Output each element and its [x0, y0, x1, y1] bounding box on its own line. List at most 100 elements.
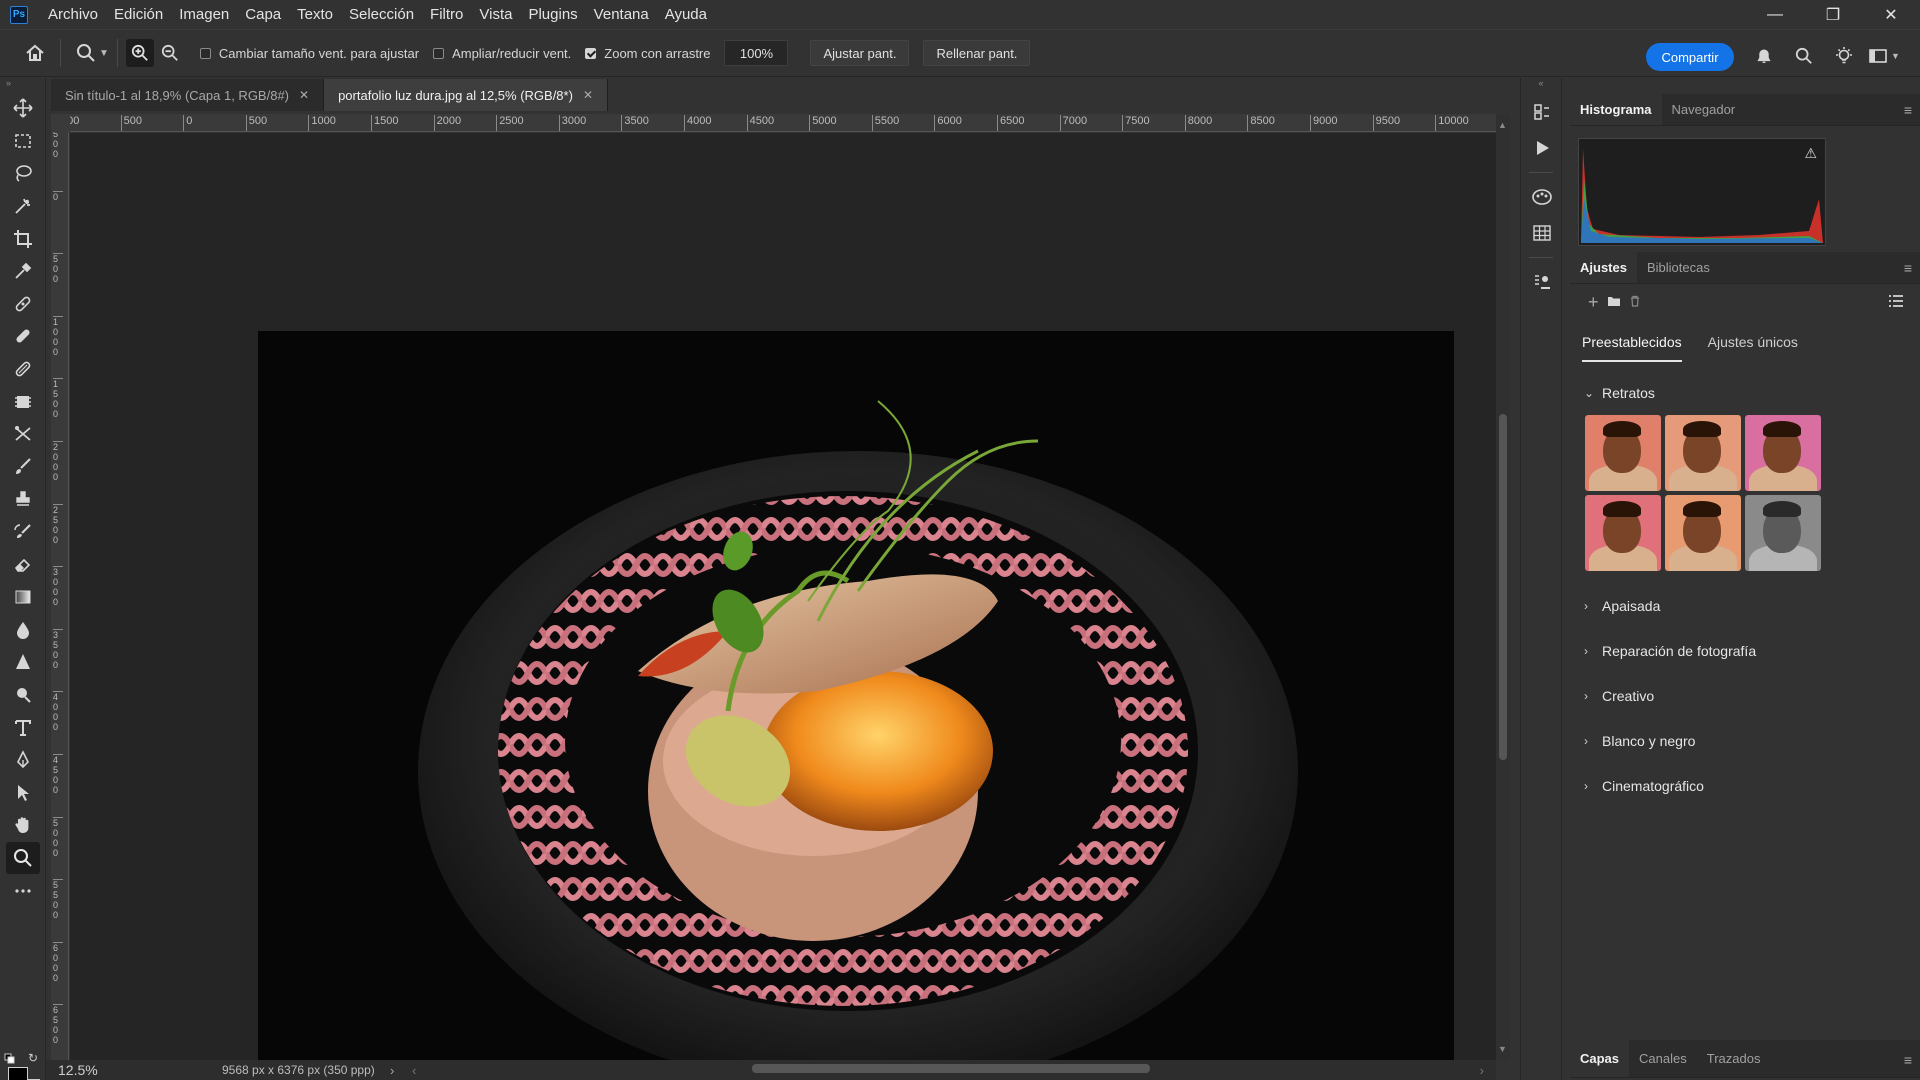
portrait-preset-thumbnail[interactable] [1665, 495, 1741, 571]
zoom-percent-input[interactable]: 100% [724, 40, 789, 66]
photoshop-logo-icon[interactable]: Ps [10, 5, 28, 24]
list-view-icon[interactable] [1888, 294, 1904, 311]
tab-trazados[interactable]: Trazados [1697, 1039, 1771, 1077]
portrait-preset-thumbnail[interactable] [1745, 415, 1821, 491]
tab-canales[interactable]: Canales [1629, 1039, 1697, 1077]
search-icon[interactable] [1784, 41, 1824, 71]
zoom-level[interactable]: 12.5% [46, 1062, 166, 1078]
history-brush-tool-icon[interactable] [0, 516, 46, 549]
zoom-tool-icon[interactable] [6, 841, 40, 875]
menu-seleccion[interactable]: Selección [341, 0, 422, 29]
fill-screen-button[interactable]: Rellenar pant. [923, 40, 1031, 66]
sharpen-tool-icon[interactable] [0, 646, 46, 679]
zoom-out-icon[interactable] [154, 36, 186, 70]
add-icon[interactable]: + [1588, 292, 1599, 313]
section-creativo[interactable]: › Creativo [1570, 673, 1920, 718]
horizontal-ruler[interactable]: 1005000500100015002000250030003500400045… [70, 114, 1510, 132]
horizontal-scrollbar-thumb[interactable] [752, 1064, 1150, 1073]
scroll-down-icon[interactable]: ▼ [1498, 1044, 1507, 1054]
tab-capas[interactable]: Capas [1570, 1039, 1630, 1077]
menu-texto[interactable]: Texto [289, 0, 341, 29]
section-reparacion-fotografia[interactable]: › Reparación de fotografía [1570, 628, 1920, 673]
tab-document-portafolio[interactable]: portafolio luz dura.jpg al 12,5% (RGB/8*… [324, 79, 608, 111]
menu-vista[interactable]: Vista [471, 0, 520, 29]
pen-tool-icon[interactable] [0, 744, 46, 777]
actions-play-icon[interactable] [1521, 130, 1563, 166]
collapse-dock-icon[interactable]: « [1521, 78, 1561, 94]
tab-navegador[interactable]: Navegador [1662, 93, 1746, 125]
tab-ajustes-unicos[interactable]: Ajustes únicos [1708, 324, 1798, 362]
spot-healing-tool-icon[interactable] [0, 288, 46, 321]
tab-preestablecidos[interactable]: Preestablecidos [1582, 324, 1682, 362]
blur-tool-icon[interactable] [0, 614, 46, 647]
section-blanco-negro[interactable]: › Blanco y negro [1570, 718, 1920, 763]
portrait-preset-thumbnail[interactable] [1585, 415, 1661, 491]
dodge-tool-icon[interactable] [0, 679, 46, 712]
healing-brush-tool-icon[interactable] [0, 320, 46, 353]
foreground-color-swatch[interactable] [8, 1067, 28, 1080]
home-icon[interactable] [18, 36, 52, 70]
clone-stamp-tool-icon[interactable] [0, 483, 46, 516]
menu-ventana[interactable]: Ventana [586, 0, 657, 29]
menu-archivo[interactable]: Archivo [40, 0, 106, 29]
menu-capa[interactable]: Capa [237, 0, 289, 29]
patch-tool-icon[interactable] [0, 353, 46, 386]
menu-filtro[interactable]: Filtro [422, 0, 471, 29]
more-tools-icon[interactable] [0, 874, 46, 907]
vertical-scrollbar[interactable]: ▲ ▼ [1496, 114, 1510, 1060]
section-cinematografico[interactable]: › Cinematográfico [1570, 763, 1920, 808]
warning-icon[interactable]: ⚠ [1804, 145, 1817, 162]
type-tool-icon[interactable] [0, 711, 46, 744]
chevron-down-icon[interactable]: ▼ [99, 48, 109, 59]
panel-menu-icon[interactable]: ≡ [1904, 102, 1912, 118]
scroll-right-icon[interactable]: › [1480, 1063, 1484, 1078]
restore-icon[interactable]: ❐ [1804, 0, 1862, 29]
scrubby-zoom-checkbox[interactable]: Zoom con arrastre [585, 46, 710, 61]
path-selection-tool-icon[interactable] [0, 776, 46, 809]
menu-edicion[interactable]: Edición [106, 0, 171, 29]
checkbox-icon[interactable] [433, 47, 445, 59]
trash-icon[interactable] [1629, 295, 1641, 310]
panel-menu-icon[interactable]: ≡ [1904, 260, 1912, 276]
gradient-tool-icon[interactable] [0, 581, 46, 614]
portrait-preset-thumbnail[interactable] [1665, 415, 1741, 491]
adjustments-palette-icon[interactable] [1521, 179, 1563, 215]
menu-ayuda[interactable]: Ayuda [657, 0, 715, 29]
section-apaisada[interactable]: › Apaisada [1570, 583, 1920, 628]
lasso-tool-icon[interactable] [0, 157, 46, 190]
eyedropper-tool-icon[interactable] [0, 255, 46, 288]
marquee-tool-icon[interactable] [0, 125, 46, 158]
ruler-origin[interactable] [51, 114, 70, 132]
portrait-preset-thumbnail[interactable] [1585, 495, 1661, 571]
zoom-tool-preset-icon[interactable] [69, 36, 103, 70]
portrait-preset-thumbnail[interactable] [1745, 495, 1821, 571]
crop-tool-icon[interactable] [0, 222, 46, 255]
fit-screen-button[interactable]: Ajustar pant. [810, 40, 910, 66]
workspace-icon[interactable]: ▼ [1864, 41, 1904, 71]
swatches-grid-icon[interactable] [1521, 215, 1563, 251]
lightbulb-icon[interactable] [1824, 41, 1864, 71]
zoom-in-icon[interactable] [125, 39, 154, 67]
history-panel-icon[interactable] [1521, 94, 1563, 130]
chevron-right-icon[interactable]: › [390, 1063, 394, 1078]
panel-menu-icon[interactable]: ≡ [1904, 1052, 1912, 1068]
close-icon[interactable]: ✕ [1862, 0, 1920, 29]
zoom-all-windows-checkbox[interactable]: Ampliar/reducir vent. [433, 46, 571, 61]
scrollbar-thumb[interactable] [1499, 414, 1507, 760]
scroll-left-icon[interactable]: ‹ [412, 1063, 416, 1078]
tab-ajustes[interactable]: Ajustes [1570, 251, 1637, 283]
share-button[interactable]: Compartir [1646, 43, 1734, 71]
checkbox-icon[interactable] [199, 47, 211, 59]
swap-colors-icon[interactable]: ↻ [28, 1051, 38, 1065]
vertical-ruler[interactable]: 5 0 0 0 5 0 0 1 0 0 0 1 5 0 0 2 0 0 0 2 5 0 0 3… [51, 132, 69, 1060]
object-selection-tool-icon[interactable] [0, 190, 46, 223]
bell-icon[interactable] [1744, 41, 1784, 71]
section-retratos[interactable]: ⌄ Retratos [1570, 370, 1920, 415]
histogram-graph[interactable]: ⚠ [1578, 138, 1826, 246]
minimize-icon[interactable]: — [1746, 0, 1804, 29]
menu-plugins[interactable]: Plugins [520, 0, 585, 29]
menu-imagen[interactable]: Imagen [171, 0, 237, 29]
hand-tool-icon[interactable] [0, 809, 46, 842]
document-image-food-plate[interactable] [258, 331, 1454, 1080]
brush-tool-icon[interactable] [0, 451, 46, 484]
